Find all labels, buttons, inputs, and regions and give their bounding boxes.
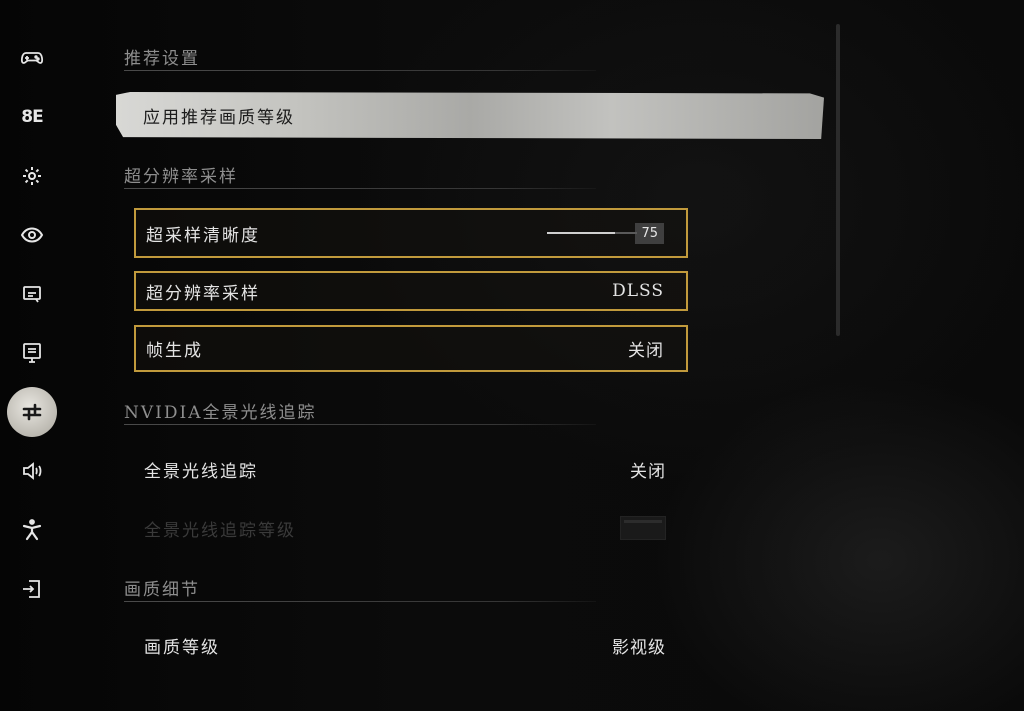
divider	[124, 70, 596, 71]
accessibility-icon	[22, 519, 42, 541]
nav-controller[interactable]	[7, 33, 57, 83]
supersampling-slider[interactable]: 75	[547, 222, 664, 244]
section-header-super-res: 超分辨率采样	[124, 162, 596, 189]
slider-fill	[547, 232, 615, 234]
nav-graphics[interactable]	[7, 387, 57, 437]
exit-icon	[23, 580, 40, 598]
settings-screen: 8E 推荐设置 应用推荐画质等级 超分辨率采样 超采样清晰度 75 超分辨率采样…	[0, 0, 1024, 711]
setting-value: 影视级	[612, 637, 666, 658]
setting-row-raytracing[interactable]: 全景光线追踪 关闭	[134, 446, 688, 492]
setting-row-supersampling[interactable]: 超采样清晰度 75	[134, 208, 688, 258]
setting-label: 超分辨率采样	[146, 283, 260, 304]
nav-audio[interactable]	[7, 446, 57, 496]
divider	[124, 424, 596, 425]
nav-exit[interactable]	[7, 564, 57, 614]
setting-label: 全景光线追踪	[144, 461, 258, 482]
divider	[124, 601, 596, 602]
audio-icon	[23, 462, 42, 480]
setting-value: 关闭	[630, 461, 666, 482]
setting-label: 帧生成	[146, 341, 203, 361]
keyboard-icon: 8E	[21, 107, 43, 127]
nav-general[interactable]	[7, 151, 57, 201]
setting-value: DLSS	[612, 281, 664, 301]
slider-track[interactable]	[547, 232, 638, 234]
apply-recommended-label: 应用推荐画质等级	[143, 108, 295, 128]
nav-subtitles[interactable]	[7, 269, 57, 319]
gear-icon	[23, 167, 41, 185]
setting-row-frame-gen[interactable]: 帧生成 关闭	[134, 325, 688, 372]
setting-row-raytracing-level: 全景光线追踪等级	[134, 505, 688, 551]
slider-value: 75	[635, 222, 664, 244]
setting-label: 画质等级	[144, 637, 220, 658]
setting-row-quality-level[interactable]: 画质等级 影视级	[134, 622, 688, 668]
nav-accessibility[interactable]	[7, 505, 57, 555]
divider	[124, 188, 596, 189]
setting-label: 超采样清晰度	[146, 225, 260, 246]
disabled-value-box	[620, 516, 666, 540]
scrollbar[interactable]	[836, 24, 840, 336]
eye-icon	[20, 227, 44, 243]
nav-display[interactable]	[7, 210, 57, 260]
section-title: 推荐设置	[124, 49, 200, 69]
section-title: NVIDIA全景光线追踪	[124, 403, 317, 423]
setting-value: 关闭	[628, 341, 664, 361]
section-title: 超分辨率采样	[124, 167, 238, 187]
setting-label: 全景光线追踪等级	[144, 520, 296, 541]
sidebar: 8E	[0, 0, 64, 711]
nav-screen[interactable]	[7, 328, 57, 378]
section-title: 画质细节	[124, 580, 200, 600]
section-header-nvidia: NVIDIA全景光线追踪	[124, 398, 596, 425]
section-header-recommended: 推荐设置	[124, 44, 596, 71]
nav-keyboard[interactable]: 8E	[7, 92, 57, 142]
gamepad-icon	[20, 52, 44, 64]
monitor-icon	[23, 343, 41, 363]
subtitle-icon	[23, 286, 41, 303]
apply-recommended-button[interactable]: 应用推荐画质等级	[116, 92, 824, 139]
section-header-detail: 画质细节	[124, 575, 596, 602]
sliders-icon	[22, 403, 42, 421]
setting-row-upscaling[interactable]: 超分辨率采样 DLSS	[134, 271, 688, 311]
